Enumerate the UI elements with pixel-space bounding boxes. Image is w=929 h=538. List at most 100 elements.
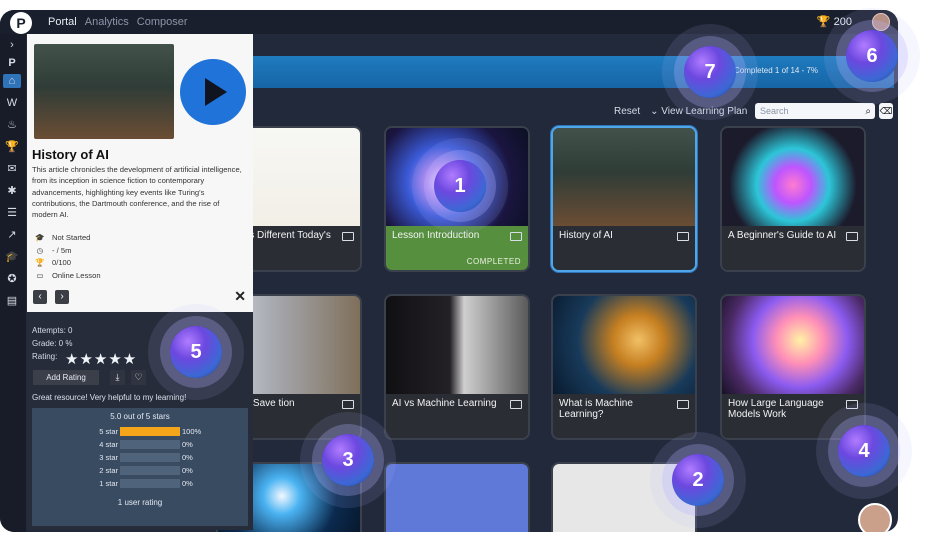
download-icon: ⤓ <box>115 372 120 382</box>
mail-icon[interactable]: ✉ <box>3 162 21 176</box>
prev-button[interactable]: ‹ <box>33 290 47 304</box>
id-card-icon[interactable]: ▤ <box>3 294 21 308</box>
search-placeholder: Search <box>760 106 789 116</box>
card-history-of-ai[interactable]: History of AI <box>551 126 697 272</box>
logo[interactable]: P <box>10 12 32 34</box>
badge-6: 6 <box>846 30 898 82</box>
badge-5: 5 <box>170 326 222 378</box>
rating-row: 2 star 0% <box>32 465 248 477</box>
rating-row-fill <box>120 427 180 436</box>
detail-panel-top: History of AI This article chronicles th… <box>27 34 253 312</box>
rating-row-label: 5 star <box>99 427 118 436</box>
trophy-count: 200 <box>833 16 852 28</box>
rating-row-track <box>120 453 180 462</box>
video-icon <box>846 400 858 409</box>
rating-stars[interactable]: ★★★★★ <box>65 350 137 368</box>
wordpress-icon[interactable]: W <box>3 96 21 110</box>
panel-description: This article chronicles the development … <box>32 165 242 220</box>
chart-icon[interactable]: ↗ <box>3 228 21 242</box>
card-thumbnail <box>386 464 528 532</box>
nav-portal[interactable]: Portal <box>48 16 77 28</box>
card-caption: AI vs Machine Learning <box>386 394 528 438</box>
card-thumbnail <box>722 296 864 394</box>
view-learning-plan-button[interactable]: ⌄ View Learning Plan <box>650 106 747 117</box>
card-llms[interactable]: How Large Language Models Work <box>720 294 866 440</box>
badge-1: 1 <box>434 160 486 212</box>
badge-2: 2 <box>672 454 724 506</box>
rating-row-percent: 100% <box>182 427 202 436</box>
columns-icon[interactable]: ⌂ <box>3 74 21 88</box>
rating-row-label: 4 star <box>99 440 118 449</box>
flame-icon[interactable]: ♨ <box>3 118 21 132</box>
user-avatar[interactable] <box>872 13 890 31</box>
card-row3-purple[interactable] <box>384 462 530 532</box>
review-text: Great resource! Very helpful to my learn… <box>32 393 187 402</box>
rating-row-track <box>120 466 180 475</box>
badge-3: 3 <box>322 434 374 486</box>
card-caption: Lesson Introduction COMPLETED <box>386 226 528 270</box>
rating-row-percent: 0% <box>182 479 193 488</box>
monitor-icon: ▭ <box>36 270 44 280</box>
collapse-chevron-icon[interactable]: › <box>3 38 21 52</box>
screen-icon <box>846 232 858 241</box>
meta-time: ◷ - / 5m <box>34 245 101 258</box>
card-thumbnail <box>553 128 695 226</box>
sidebar: › P ⌂ W ♨ 🏆 ✉ ✱ ☰ ↗ 🎓 ✪ ▤ <box>0 34 26 532</box>
rating-row-percent: 0% <box>182 440 193 449</box>
medal-icon[interactable]: ✪ <box>3 272 21 286</box>
rating-row-track <box>120 440 180 449</box>
play-button[interactable] <box>180 59 246 125</box>
panel-nav: ‹ › <box>33 290 69 304</box>
card-caption: What is Machine Learning? <box>553 394 695 438</box>
app-window: P Portal Analytics Composer 🏆 200 › P ⌂ … <box>0 10 898 532</box>
top-nav: Portal Analytics Composer <box>48 16 188 28</box>
p-logo-icon[interactable]: P <box>3 56 21 70</box>
reset-button[interactable]: Reset <box>614 106 640 117</box>
panel-title: History of AI <box>32 147 109 162</box>
completed-label: COMPLETED <box>466 257 521 266</box>
graduation-cap-icon[interactable]: 🎓 <box>3 250 21 264</box>
card-title: AI vs Machine Learning <box>392 398 497 409</box>
card-caption: A Beginner's Guide to AI <box>722 226 864 270</box>
card-title: What is Machine Learning? <box>559 398 633 420</box>
video-icon <box>342 232 354 241</box>
next-button[interactable]: › <box>55 290 69 304</box>
trophy-side-icon[interactable]: 🏆 <box>3 140 21 154</box>
nav-composer[interactable]: Composer <box>137 16 188 28</box>
time-text: - / 5m <box>52 245 72 255</box>
clear-filter-button[interactable]: ⌫ <box>879 103 893 119</box>
cap-icon: 🎓 <box>35 233 45 242</box>
network-icon[interactable]: ✱ <box>3 184 21 198</box>
close-button[interactable]: ✕ <box>234 288 246 305</box>
rating-row-label: 2 star <box>99 466 118 475</box>
view-learning-plan-label: View Learning Plan <box>661 106 748 117</box>
trophy-counter: 🏆 200 <box>817 15 852 28</box>
rating-row-percent: 0% <box>182 466 193 475</box>
clock-icon: ◷ <box>36 245 44 255</box>
search-input[interactable]: Search ⌕ <box>755 103 875 119</box>
card-ai-vs-ml[interactable]: AI vs Machine Learning <box>384 294 530 440</box>
rating-row-track <box>120 479 180 488</box>
card-thumbnail <box>553 296 695 394</box>
rating-breakdown: 5.0 out of 5 stars 5 star 100% 4 star 0% 3 s… <box>32 408 248 526</box>
card-caption: How Large Language Models Work <box>722 394 864 438</box>
screen-icon <box>677 232 689 241</box>
rating-label: Rating: <box>32 352 58 361</box>
card-title: How Large Language Models Work <box>728 398 824 420</box>
nav-analytics[interactable]: Analytics <box>85 16 129 28</box>
card-beginners-guide[interactable]: A Beginner's Guide to AI <box>720 126 866 272</box>
search-icon[interactable]: ⌕ <box>865 104 871 120</box>
favorite-button[interactable]: ♡ <box>131 370 146 385</box>
download-button[interactable]: ⤓ <box>110 370 125 385</box>
toolbar: Reset ⌄ View Learning Plan <box>614 106 747 117</box>
card-what-is-ml[interactable]: What is Machine Learning? <box>551 294 697 440</box>
rating-summary: 5.0 out of 5 stars <box>110 412 170 421</box>
rating-row-percent: 0% <box>182 453 193 462</box>
add-rating-button[interactable]: Add Rating <box>33 370 99 385</box>
rating-row: 5 star 100% <box>32 426 248 438</box>
list-icon[interactable]: ☰ <box>3 206 21 220</box>
video-icon <box>677 400 689 409</box>
chevron-down-icon: ⌄ <box>650 106 659 117</box>
presenter-avatar <box>858 503 892 532</box>
attempts: Attempts: 0 <box>32 326 73 335</box>
